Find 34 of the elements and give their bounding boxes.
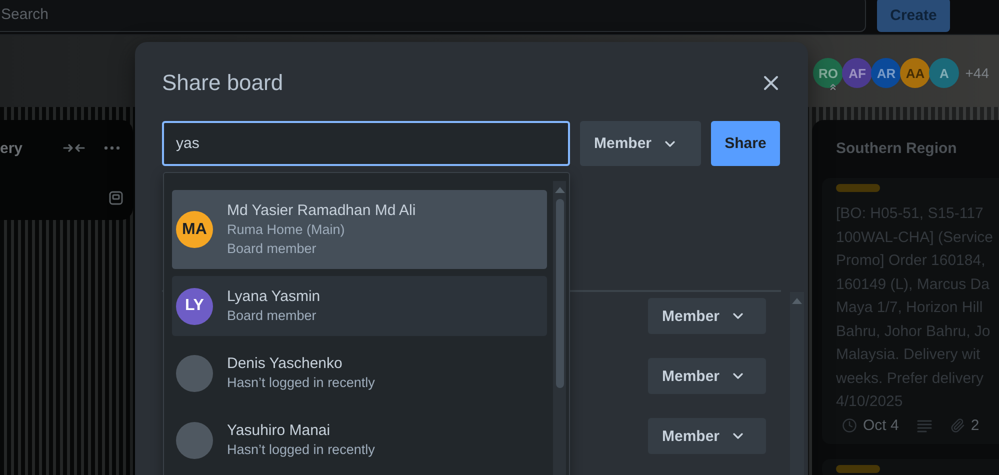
share-button[interactable]: Share [711,121,780,166]
suggestion-item[interactable]: Yasuhiro Manai Hasn’t logged in recently [172,410,547,470]
list-title: ery [0,140,24,156]
search-field[interactable]: yas [162,121,570,166]
user-detail: Board member [227,240,318,258]
description-icon [916,418,932,432]
role-select[interactable]: Member [648,418,766,454]
user-detail: Hasn’t logged in recently [227,441,375,459]
more-icon [104,146,120,150]
role-select[interactable]: Member [580,121,701,166]
role-select[interactable]: Member [648,358,766,394]
role-select[interactable]: Member [648,298,766,334]
search-field[interactable]: Search [0,0,866,32]
user-detail: Ruma Home (Main) [227,221,346,239]
scrollbar[interactable] [553,181,566,475]
paperclip-icon [950,418,965,433]
user-name: Denis Yaschenko [227,354,344,373]
collapse-icon [63,142,85,154]
user-detail: Hasn’t logged in recently [227,374,375,392]
user-name: Yasuhiro Manai [227,421,332,440]
clock-icon [842,418,857,433]
card[interactable] [822,458,999,475]
user-name: Lyana Yasmin [227,287,320,306]
user-name: Md Yasier Ramadhan Md Ali [227,201,416,220]
scrollbar[interactable] [790,292,804,475]
user-avatar: LY [176,288,213,324]
list-title: Southern Region [836,140,958,156]
dialog-title: Share board [162,70,284,96]
user-avatar: MA [176,211,213,248]
due-date: Oct 4 [863,417,899,434]
suggestion-item[interactable]: Denis Yaschenko Hasn’t logged in recently [172,343,547,403]
attachment-count: 2 [970,417,980,434]
user-detail: Board member [227,307,318,325]
card-icon[interactable] [109,191,123,205]
